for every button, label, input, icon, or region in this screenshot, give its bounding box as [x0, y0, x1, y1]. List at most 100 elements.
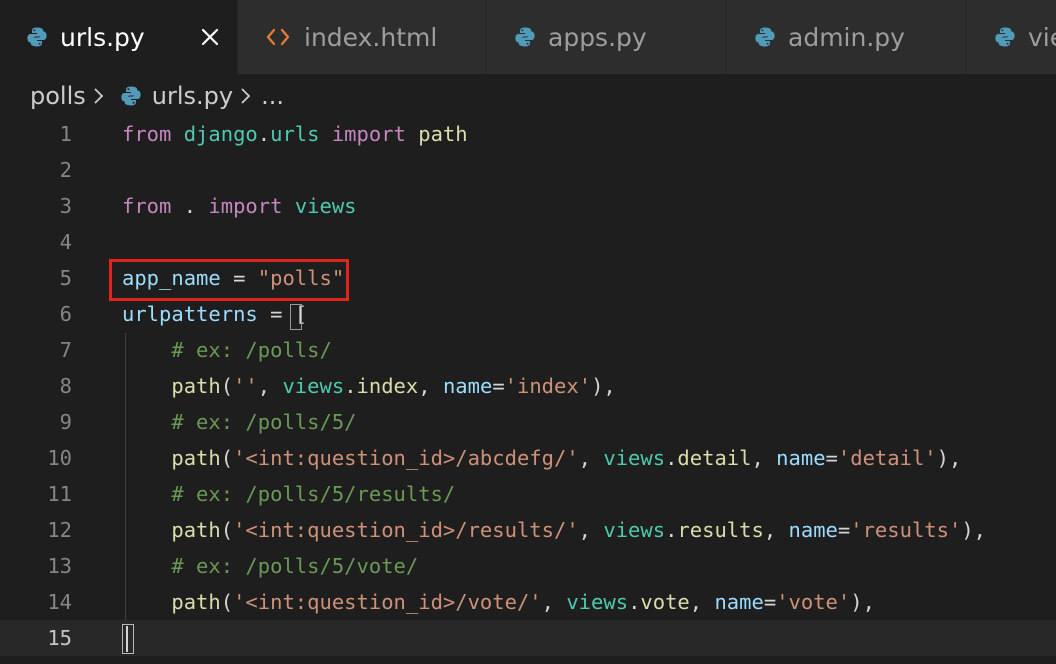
line-number: 5: [59, 266, 72, 290]
code-token: ,: [578, 446, 604, 470]
code-token: import: [208, 194, 283, 218]
code-token: (: [220, 590, 234, 614]
code-token: 'vote': [776, 590, 851, 614]
tab-urls-py[interactable]: urls.py: [0, 0, 238, 74]
code-line[interactable]: 14 path('<int:question_id>/vote/', views…: [0, 584, 1056, 620]
code-line[interactable]: 4: [0, 224, 1056, 260]
python-icon: [514, 26, 536, 48]
code-token: .: [257, 122, 271, 146]
code-token: .: [171, 194, 209, 218]
breadcrumb-more[interactable]: ...: [261, 82, 284, 110]
code-token: ),: [591, 374, 616, 398]
code-token: path: [171, 590, 221, 614]
breadcrumb-file-label: urls.py: [151, 82, 234, 110]
code-token: ,: [418, 374, 443, 398]
highlight-box: [109, 259, 349, 301]
tab-index-html[interactable]: index.html: [238, 0, 486, 74]
code-token: 'index': [504, 374, 592, 398]
code-token: ,: [689, 590, 715, 614]
code-token: results: [677, 518, 764, 542]
code-line[interactable]: 2: [0, 152, 1056, 188]
tab-views-py[interactable]: vie: [966, 0, 1056, 74]
code-token: (: [220, 518, 234, 542]
code-text: path('', views.index, name='index'),: [122, 368, 616, 404]
code-token: ,: [763, 518, 789, 542]
code-token: urls: [270, 122, 320, 146]
code-line[interactable]: 3 from . import views: [0, 188, 1056, 224]
close-icon[interactable]: [197, 24, 223, 50]
tab-label: admin.py: [788, 22, 905, 52]
code-token: =: [837, 518, 851, 542]
line-number: 2: [59, 158, 72, 182]
code-token: '<int:question_id>/results/': [233, 518, 579, 542]
code-line[interactable]: 6 urlpatterns = [: [0, 296, 1056, 332]
code-editor[interactable]: 1 from django.urls import path 2 3 from . im…: [0, 116, 1056, 664]
code-token: django: [183, 122, 258, 146]
code-line[interactable]: 10 path('<int:question_id>/abcdefg/', vi…: [0, 440, 1056, 476]
code-text: path('<int:question_id>/vote/', views.vo…: [122, 584, 875, 620]
bracket-match-highlight: [290, 304, 302, 330]
code-line[interactable]: 9 # ex: /polls/5/: [0, 404, 1056, 440]
code-token: =: [763, 590, 777, 614]
tab-label: apps.py: [548, 22, 647, 52]
line-number: 11: [47, 482, 72, 506]
code-line[interactable]: 7 # ex: /polls/: [0, 332, 1056, 368]
line-number: 6: [59, 302, 72, 326]
breadcrumb-file[interactable]: urls.py: [114, 82, 233, 110]
code-line[interactable]: 11 # ex: /polls/5/results/: [0, 476, 1056, 512]
line-number: 4: [59, 230, 72, 254]
line-number: 7: [59, 338, 72, 362]
code-token: ,: [541, 590, 567, 614]
code-token: '': [233, 374, 258, 398]
code-line[interactable]: 8 path('', views.index, name='index'),: [0, 368, 1056, 404]
code-text: # ex: /polls/5/results/: [122, 476, 455, 512]
tab-label: index.html: [304, 22, 438, 52]
code-text: # ex: /polls/5/vote/: [122, 548, 418, 584]
code-text: urlpatterns = [: [122, 296, 307, 332]
line-number: 12: [47, 518, 72, 542]
code-token: name: [714, 590, 764, 614]
line-number: 15: [47, 626, 72, 650]
python-icon: [26, 26, 48, 48]
code-token: ,: [257, 374, 283, 398]
breadcrumb: polls urls.py ...: [0, 74, 1056, 118]
code-token: '<int:question_id>/abcdefg/': [233, 446, 579, 470]
editor-tab-bar: urls.py index.html apps.py admin.py vi: [0, 0, 1056, 74]
breadcrumb-folder[interactable]: polls: [30, 82, 86, 110]
code-token: path: [171, 374, 221, 398]
code-line[interactable]: 15: [0, 620, 1056, 656]
code-text: from . import views: [122, 188, 357, 224]
code-line[interactable]: 12 path('<int:question_id>/results/', vi…: [0, 512, 1056, 548]
tab-label: urls.py: [60, 22, 145, 52]
tab-admin-py[interactable]: admin.py: [726, 0, 966, 74]
code-token: path: [418, 122, 468, 146]
line-number: 8: [59, 374, 72, 398]
line-number: 3: [59, 194, 72, 218]
code-token: detail: [677, 446, 752, 470]
tab-apps-py[interactable]: apps.py: [486, 0, 726, 74]
code-token: # ex: /polls/: [171, 338, 332, 362]
code-text: path('<int:question_id>/results/', views…: [122, 512, 986, 548]
code-line[interactable]: 1 from django.urls import path: [0, 116, 1056, 152]
code-text: # ex: /polls/5/: [122, 404, 356, 440]
code-token: .: [665, 446, 678, 470]
code-token: .: [344, 374, 357, 398]
code-token: 'results': [850, 518, 962, 542]
python-icon: [120, 85, 142, 107]
code-text: # ex: /polls/: [122, 332, 332, 368]
code-token: .: [628, 590, 641, 614]
code-line[interactable]: 13 # ex: /polls/5/vote/: [0, 548, 1056, 584]
code-token: ),: [961, 518, 987, 542]
code-token: # ex: /polls/5/results/: [171, 482, 456, 506]
